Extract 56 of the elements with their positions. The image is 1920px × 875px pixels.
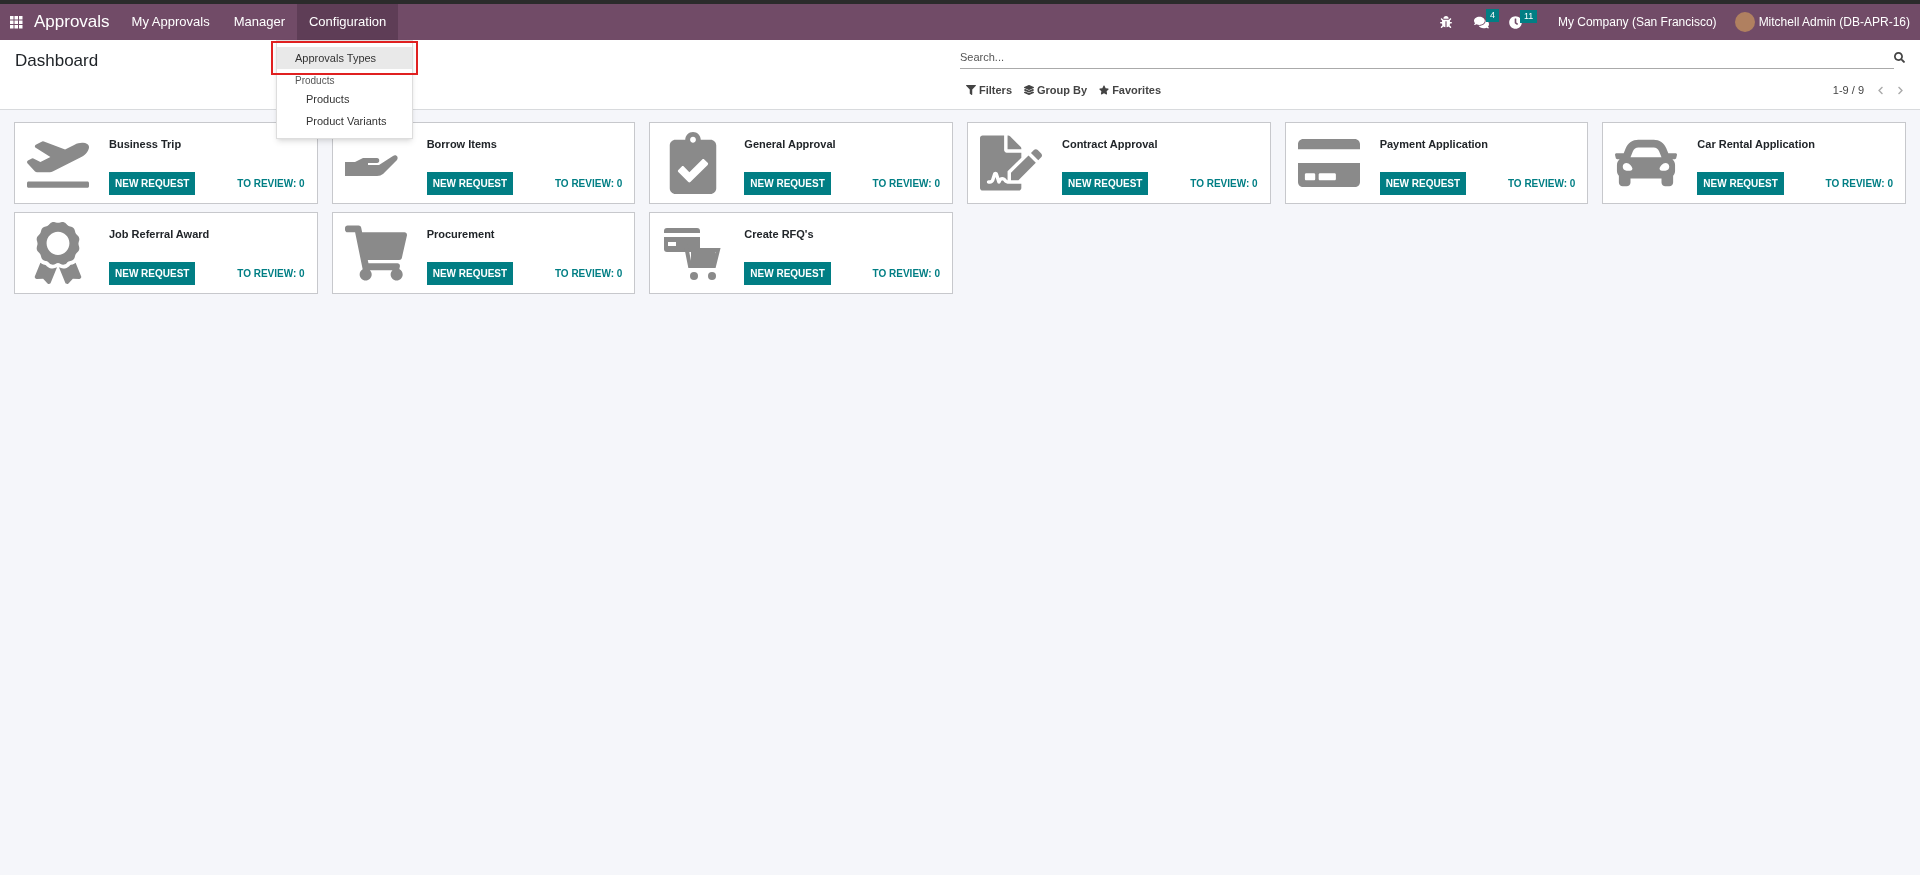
new-request-button[interactable]: NEW REQUEST xyxy=(109,172,196,195)
page-title: Dashboard xyxy=(15,51,99,70)
dropdown-item[interactable]: Approvals Types xyxy=(277,47,412,69)
search-icon[interactable] xyxy=(1894,52,1905,63)
new-request-button[interactable]: NEW REQUEST xyxy=(744,172,831,195)
to-review-link[interactable]: TO REVIEW: 0 xyxy=(872,266,940,281)
card-title: Create RFQ's xyxy=(744,227,815,242)
new-request-button[interactable]: NEW REQUEST xyxy=(426,262,514,285)
user-menu[interactable]: Mitchell Admin (DB-APR-16) xyxy=(1758,13,1910,31)
to-review-link[interactable]: TO REVIEW: 0 xyxy=(237,176,305,191)
dropdown-item[interactable]: Products xyxy=(277,88,412,110)
new-request-button[interactable]: NEW REQUEST xyxy=(426,172,514,195)
search-field[interactable]: Search... xyxy=(960,46,1894,69)
app-name[interactable]: Approvals xyxy=(34,9,110,35)
signed-document-icon xyxy=(980,132,1042,194)
card-title: General Approval xyxy=(744,137,837,152)
pager-value[interactable]: 1-9 / 9 xyxy=(1832,82,1864,99)
company-switcher[interactable]: My Company (San Francisco) xyxy=(1557,13,1717,31)
bug-icon[interactable] xyxy=(1439,16,1452,28)
menu-section-header: Products xyxy=(294,74,336,88)
filter-icon xyxy=(966,85,976,96)
new-request-button[interactable]: NEW REQUEST xyxy=(1697,172,1784,195)
chat-icon[interactable] xyxy=(1473,14,1489,30)
card-title: Job Referral Award xyxy=(109,227,211,242)
nav-menu-item[interactable]: My Approvals xyxy=(119,4,222,40)
to-review-link[interactable]: TO REVIEW: 0 xyxy=(554,176,623,191)
to-review-link[interactable]: TO REVIEW: 0 xyxy=(554,266,623,281)
activity-count-badge: 11 xyxy=(1519,9,1538,23)
card-title: Payment Application xyxy=(1379,137,1490,152)
new-request-button[interactable]: NEW REQUEST xyxy=(744,262,831,285)
apps-grid-icon[interactable] xyxy=(10,15,23,29)
card-title: Business Trip xyxy=(109,137,183,152)
search-option-button[interactable]: Group By xyxy=(1024,82,1088,99)
shopping-cart-icon xyxy=(344,222,407,284)
to-review-link[interactable]: TO REVIEW: 0 xyxy=(237,266,305,281)
to-review-link[interactable]: TO REVIEW: 0 xyxy=(1825,176,1893,191)
new-request-button[interactable]: NEW REQUEST xyxy=(109,262,196,285)
card-title: Procurement xyxy=(426,227,496,242)
avatar xyxy=(1734,12,1755,32)
dropdown-item[interactable]: Product Variants xyxy=(277,110,412,132)
new-request-button[interactable]: NEW REQUEST xyxy=(1062,172,1149,195)
to-review-link[interactable]: TO REVIEW: 0 xyxy=(1507,176,1576,191)
new-request-button[interactable]: NEW REQUEST xyxy=(1379,172,1467,195)
message-count-badge: 4 xyxy=(1485,8,1499,22)
clock-icon[interactable] xyxy=(1508,15,1522,29)
card-title: Car Rental Application xyxy=(1697,137,1816,152)
nav-menu-item[interactable]: Configuration xyxy=(296,4,399,40)
star-icon xyxy=(1099,85,1110,96)
card-title: Borrow Items xyxy=(426,137,498,152)
to-review-link[interactable]: TO REVIEW: 0 xyxy=(1190,176,1258,191)
to-review-link[interactable]: TO REVIEW: 0 xyxy=(872,176,940,191)
search-option-button[interactable]: Filters xyxy=(966,82,1012,99)
search-option-button[interactable]: Favorites xyxy=(1099,82,1162,99)
card-title: Contract Approval xyxy=(1062,137,1159,152)
nav-menu-item[interactable]: Manager xyxy=(221,4,297,40)
layers-icon xyxy=(1024,85,1034,96)
